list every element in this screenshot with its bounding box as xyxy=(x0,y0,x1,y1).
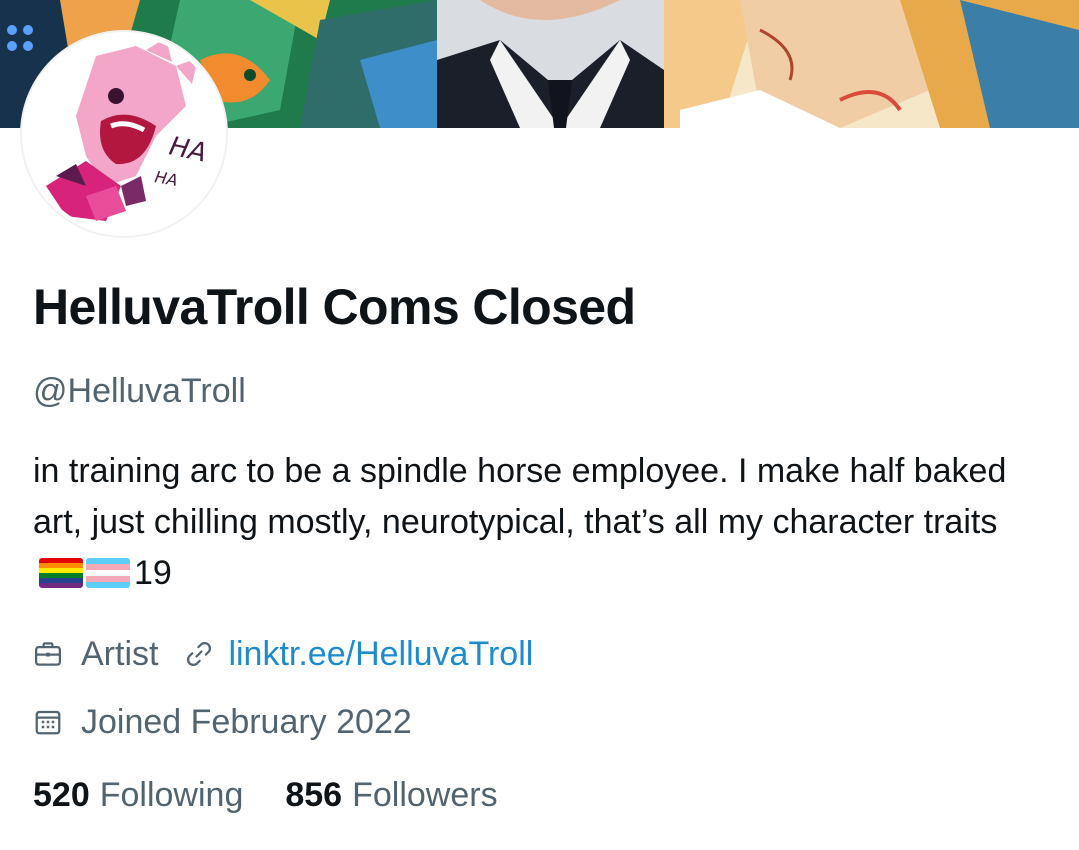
website-link[interactable]: linktr.ee/HelluvaTroll xyxy=(228,635,533,674)
user-handle: @HelluvaTroll xyxy=(33,372,246,410)
follow-stats: 520 Following 856 Followers xyxy=(33,776,540,815)
display-name: HelluvaTroll Coms Closed xyxy=(33,279,636,335)
bio-text: in training arc to be a spindle horse em… xyxy=(33,452,1007,541)
rainbow-pride-flag-icon xyxy=(39,558,83,588)
followers-label: Followers xyxy=(352,776,498,814)
calendar-icon xyxy=(33,707,63,737)
profession-label: Artist xyxy=(81,634,159,673)
following-stat[interactable]: 520 Following xyxy=(33,776,243,815)
link-icon xyxy=(184,639,214,669)
bio-age: 19 xyxy=(134,554,172,592)
followers-count: 856 xyxy=(285,776,343,814)
transgender-flag-icon xyxy=(86,558,130,588)
svg-text:HA: HA xyxy=(153,167,179,190)
bio-flags xyxy=(39,558,130,588)
joined-date: Joined February 2022 xyxy=(81,702,412,741)
joined-row: Joined February 2022 xyxy=(33,696,412,748)
avatar[interactable]: HA HA xyxy=(22,32,226,236)
following-label: Following xyxy=(99,776,244,814)
followers-stat[interactable]: 856 Followers xyxy=(285,776,497,815)
briefcase-icon xyxy=(33,639,63,669)
following-count: 520 xyxy=(33,776,90,814)
bio: in training arc to be a spindle horse em… xyxy=(33,446,1043,599)
profile-meta-row: Artist linktr.ee/HelluvaTroll xyxy=(33,628,533,680)
